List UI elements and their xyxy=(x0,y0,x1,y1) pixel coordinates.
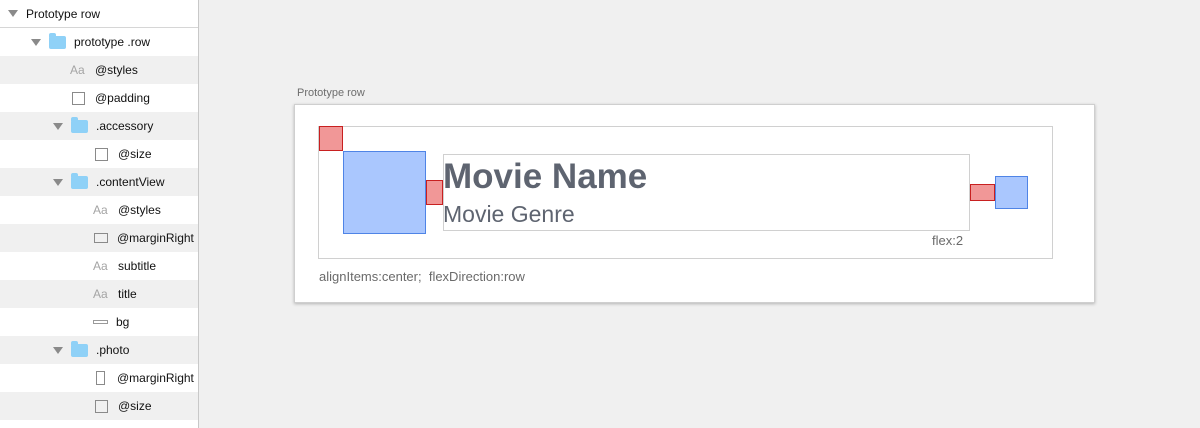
layer-label: title xyxy=(118,287,137,301)
text-style-icon: Aa xyxy=(93,287,108,301)
layer-item-padding[interactable]: @padding xyxy=(0,84,198,112)
square-icon xyxy=(95,147,108,161)
folder-icon xyxy=(49,32,66,49)
disclosure-triangle-icon[interactable] xyxy=(53,346,63,354)
layer-label: .photo xyxy=(96,343,130,357)
layer-item-size[interactable]: @size xyxy=(0,392,198,420)
layer-item-accessory[interactable]: .accessory xyxy=(0,112,198,140)
square-icon xyxy=(72,91,85,105)
text-style-icon: Aa xyxy=(93,259,108,273)
layer-item-styles[interactable]: Aa @styles xyxy=(0,196,198,224)
layer-label: .contentView xyxy=(96,175,165,189)
line-icon xyxy=(93,320,108,324)
layer-item-styles[interactable]: Aa @styles xyxy=(0,56,198,84)
flex-label: flex:2 xyxy=(932,233,964,248)
padding-indicator[interactable] xyxy=(319,126,343,151)
folder-icon xyxy=(71,116,88,133)
layer-item-photo[interactable]: .photo xyxy=(0,336,198,364)
layer-item-margin-right[interactable]: @marginRight xyxy=(0,224,198,252)
prototype-label: Prototype row xyxy=(297,87,365,99)
vertical-rect-icon xyxy=(96,371,105,385)
text-style-icon: Aa xyxy=(93,203,108,217)
layer-label: subtitle xyxy=(118,259,157,273)
text-style-icon: Aa xyxy=(70,63,85,77)
layer-item-bg[interactable]: bg xyxy=(0,308,198,336)
layer-root-prototype-row[interactable]: Prototype row xyxy=(0,0,198,28)
disclosure-triangle-icon[interactable] xyxy=(31,38,41,46)
movie-name-text: Movie Name xyxy=(443,157,648,196)
layer-label: @marginRight xyxy=(117,231,194,245)
layer-item-contentview[interactable]: .contentView xyxy=(0,168,198,196)
disclosure-triangle-icon[interactable] xyxy=(53,122,63,130)
layer-item-title[interactable]: Aa title xyxy=(0,280,198,308)
layer-item-margin-right[interactable]: @marginRight xyxy=(0,364,198,392)
layer-sidebar: Prototype row prototype .row Aa @styles … xyxy=(0,0,199,428)
layer-label: @marginRight xyxy=(117,371,194,385)
layer-item-subtitle[interactable]: Aa subtitle xyxy=(0,252,198,280)
folder-icon xyxy=(71,340,88,357)
disclosure-triangle-icon[interactable] xyxy=(8,10,18,17)
content-margin-right-indicator[interactable] xyxy=(970,184,995,201)
layer-label: @size xyxy=(118,399,152,413)
disclosure-triangle-icon[interactable] xyxy=(53,178,63,186)
layer-label: Prototype row xyxy=(26,6,101,21)
layer-label: @size xyxy=(118,147,152,161)
folder-icon xyxy=(71,172,88,189)
layer-item-size[interactable]: @size xyxy=(0,140,198,168)
layer-item-prototype-row[interactable]: prototype .row xyxy=(0,28,198,56)
style-description-label: alignItems:center; flexDirection:row xyxy=(319,269,525,284)
layer-label: @styles xyxy=(95,63,138,77)
layer-label: prototype .row xyxy=(74,35,151,49)
photo-box[interactable] xyxy=(343,151,426,234)
photo-margin-right-indicator[interactable] xyxy=(426,180,443,205)
layer-label: @styles xyxy=(118,203,161,217)
square-icon xyxy=(95,399,108,413)
movie-genre-text: Movie Genre xyxy=(443,201,575,227)
horizontal-rect-icon xyxy=(94,233,108,243)
layer-label: .accessory xyxy=(96,119,154,133)
layer-label: @padding xyxy=(95,91,150,105)
layer-label: bg xyxy=(116,315,130,329)
accessory-box[interactable] xyxy=(995,176,1028,209)
